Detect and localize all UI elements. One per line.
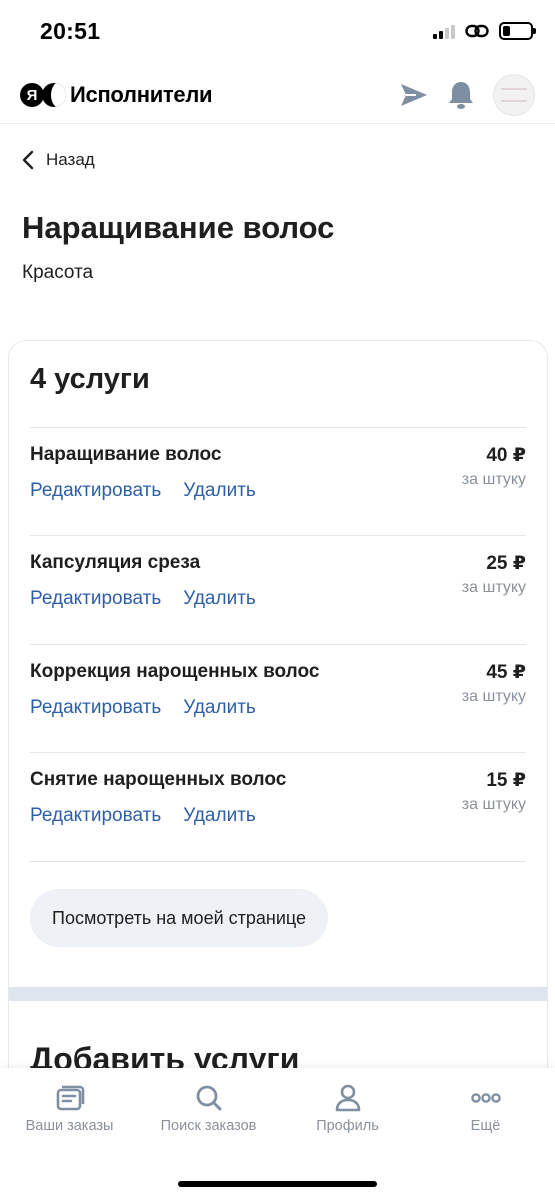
service-name: Капсуляция среза [30,552,201,573]
service-unit: за штуку [461,471,526,488]
service-actions: Редактировать Удалить [30,805,256,827]
logo-mark-icon [42,83,66,107]
delete-link[interactable]: Удалить [183,697,256,719]
service-item: Наращивание волос Редактировать Удалить … [30,427,526,535]
send-icon[interactable] [399,81,429,109]
service-name: Снятие нарощенных волос [30,769,287,790]
link-icon [465,24,489,38]
section-separator [9,987,547,1001]
service-price: 25 ₽ [486,553,526,574]
nav-label: Ваши заказы [25,1118,114,1134]
service-price: 45 ₽ [486,662,526,683]
nav-label: Ещё [470,1118,501,1134]
status-bar: 20:51 [0,0,555,66]
chevron-left-icon [22,150,34,170]
app-logo[interactable]: Я Исполнители [20,82,213,108]
service-item: Капсуляция среза Редактировать Удалить 2… [30,535,526,643]
battery-icon [499,22,536,40]
delete-link[interactable]: Удалить [183,588,256,610]
home-indicator[interactable] [178,1181,377,1187]
service-unit: за штуку [461,796,526,813]
nav-label: Поиск заказов [160,1118,257,1134]
service-price: 40 ₽ [486,445,526,466]
page-subtitle: Красота [22,262,94,283]
view-on-my-page-button[interactable]: Посмотреть на моей странице [30,889,329,947]
nav-item-orders[interactable]: Ваши заказы [0,1084,139,1134]
nav-item-profile[interactable]: Профиль [278,1084,417,1134]
nav-item-search[interactable]: Поиск заказов [139,1084,278,1134]
yandex-logo-icon: Я [20,83,44,107]
avatar[interactable] [493,74,535,116]
page-title: Наращивание волос [22,210,335,245]
edit-link[interactable]: Редактировать [30,805,161,827]
back-button[interactable]: Назад [22,150,95,170]
divider [30,861,526,862]
edit-link[interactable]: Редактировать [30,480,161,502]
status-time: 20:51 [40,18,101,44]
more-icon [470,1093,501,1103]
services-card: 4 услуги Наращивание волос Редактировать… [8,340,548,1140]
delete-link[interactable]: Удалить [183,805,256,827]
profile-icon [335,1084,360,1112]
edit-link[interactable]: Редактировать [30,588,161,610]
nav-item-more[interactable]: Ещё [416,1084,555,1134]
service-unit: за штуку [461,579,526,596]
services-count-title: 4 услуги [30,363,150,395]
service-item: Коррекция нарощенных волос Редактировать… [30,644,526,752]
status-icons [433,22,536,40]
bell-icon[interactable] [447,80,475,110]
cellular-signal-icon [433,23,455,39]
nav-label: Профиль [316,1118,379,1134]
service-name: Коррекция нарощенных волос [30,661,320,682]
service-name: Наращивание волос [30,444,222,465]
service-actions: Редактировать Удалить [30,480,256,502]
service-unit: за штуку [461,688,526,705]
back-label: Назад [46,150,95,169]
app-header: Я Исполнители [0,66,555,124]
orders-icon [56,1085,84,1111]
service-price: 15 ₽ [486,770,526,791]
app-name: Исполнители [70,82,213,107]
service-item: Снятие нарощенных волос Редактировать Уд… [30,752,526,860]
header-actions [399,74,535,116]
service-actions: Редактировать Удалить [30,588,256,610]
service-actions: Редактировать Удалить [30,697,256,719]
edit-link[interactable]: Редактировать [30,697,161,719]
delete-link[interactable]: Удалить [183,480,256,502]
search-icon [196,1085,221,1111]
